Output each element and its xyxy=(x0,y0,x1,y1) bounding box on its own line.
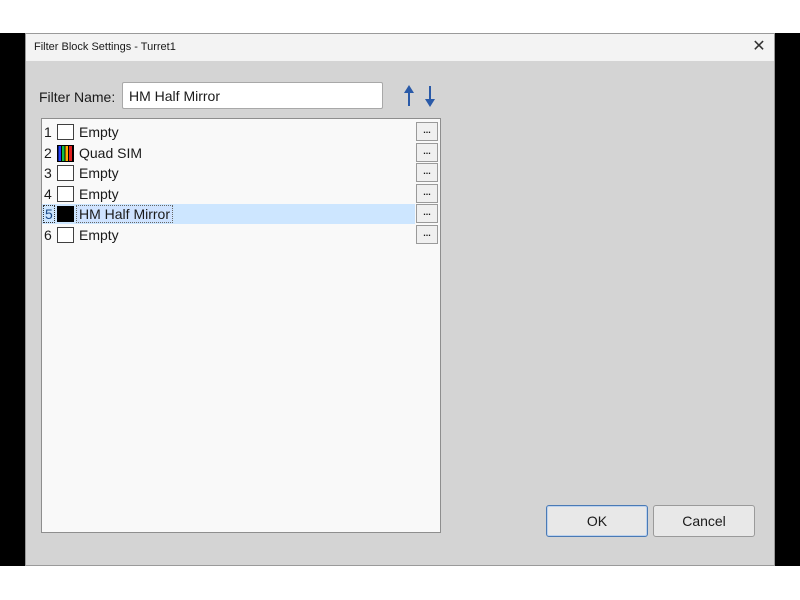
edit-filter-button[interactable]: ... xyxy=(416,122,438,141)
filter-label: HM Half Mirror xyxy=(76,205,173,223)
filter-label: Empty xyxy=(79,186,119,202)
filter-position: 1 xyxy=(44,124,52,140)
filter-position: 4 xyxy=(44,186,52,202)
empty-swatch-icon xyxy=(57,186,74,202)
filter-name-input[interactable] xyxy=(122,82,383,109)
edit-filter-button[interactable]: ... xyxy=(416,163,438,182)
filter-position: 6 xyxy=(44,227,52,243)
empty-swatch-icon xyxy=(57,124,74,140)
list-item[interactable]: 4 Empty xyxy=(42,184,415,204)
close-icon[interactable]: ✕ xyxy=(748,36,770,58)
left-letterbox xyxy=(0,33,25,566)
filter-position: 2 xyxy=(44,145,52,161)
filter-position: 3 xyxy=(44,165,52,181)
list-item[interactable]: 6 Empty xyxy=(42,225,415,245)
edit-filter-button[interactable]: ... xyxy=(416,143,438,162)
arrow-up-icon[interactable] xyxy=(402,84,416,108)
list-item[interactable]: 2 Quad SIM xyxy=(42,143,415,163)
title-bar: Filter Block Settings - Turret1 ✕ xyxy=(26,34,774,61)
filter-list[interactable]: 1 Empty ... 2 Quad SIM ... 3 Empty ... 4… xyxy=(41,118,441,533)
right-letterbox xyxy=(775,33,800,566)
filter-label: Quad SIM xyxy=(79,145,143,161)
cancel-button[interactable]: Cancel xyxy=(653,505,755,537)
filter-label: Empty xyxy=(79,124,119,140)
filter-block-settings-dialog: Filter Block Settings - Turret1 ✕ Filter… xyxy=(25,33,775,566)
edit-filter-button[interactable]: ... xyxy=(416,204,438,223)
list-item[interactable]: 3 Empty xyxy=(42,163,415,183)
filter-label: Empty xyxy=(79,165,119,181)
arrow-down-icon[interactable] xyxy=(423,84,437,108)
black-swatch-icon xyxy=(57,206,74,222)
edit-filter-button[interactable]: ... xyxy=(416,225,438,244)
filter-label: Empty xyxy=(79,227,119,243)
filter-name-label: Filter Name: xyxy=(39,89,116,105)
list-item[interactable]: 1 Empty xyxy=(42,122,415,142)
list-item-selected[interactable]: 5 HM Half Mirror xyxy=(42,204,415,224)
empty-swatch-icon xyxy=(57,227,74,243)
quad-sim-swatch-icon xyxy=(57,145,74,162)
edit-filter-button[interactable]: ... xyxy=(416,184,438,203)
window-title: Filter Block Settings - Turret1 xyxy=(34,41,176,53)
empty-swatch-icon xyxy=(57,165,74,181)
ok-button[interactable]: OK xyxy=(546,505,648,537)
filter-position: 5 xyxy=(43,205,55,223)
